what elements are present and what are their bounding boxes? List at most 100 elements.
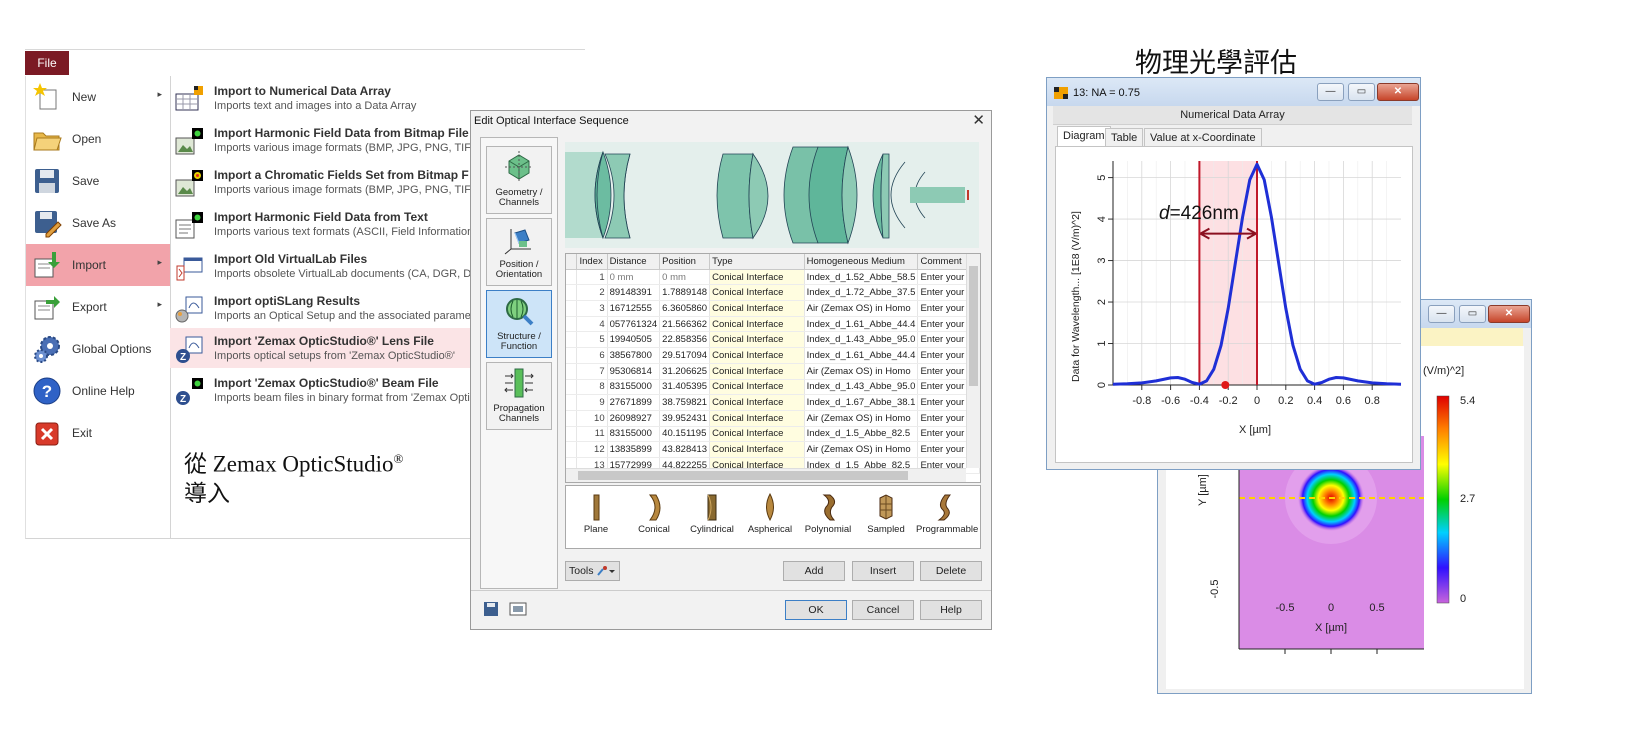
column-header[interactable]: Homogeneous Medium: [804, 254, 919, 270]
column-header[interactable]: Type: [709, 254, 805, 270]
row-header-cell[interactable]: [566, 363, 578, 380]
table-row[interactable]: 8 83155000 31.405395 Conical Interface Index…: [566, 379, 980, 396]
table-cell[interactable]: Index_d_1.67_Abbe_38.1: [804, 394, 919, 411]
table-row[interactable]: 9 27671899 38.759821 Conical Interface Index…: [566, 394, 980, 411]
table-cell[interactable]: 1: [576, 269, 608, 286]
row-header-cell[interactable]: [566, 441, 578, 458]
table-cell[interactable]: Conical Interface: [709, 441, 805, 458]
table-cell[interactable]: Index_d_1.5_Abbe_82.5: [804, 426, 919, 443]
tab-value-at-x[interactable]: Value at x-Coordinate: [1144, 128, 1262, 148]
menu-item-export[interactable]: Export ▸: [26, 286, 170, 328]
tab-diagram[interactable]: Diagram: [1057, 126, 1111, 148]
table-cell[interactable]: Index_d_1.61_Abbe_44.4: [804, 347, 919, 364]
column-header[interactable]: [566, 254, 578, 270]
table-cell[interactable]: 13835899: [607, 441, 661, 458]
table-cell[interactable]: 40.151195: [659, 426, 711, 443]
menu-item-save[interactable]: Save: [26, 160, 170, 202]
interface-table[interactable]: Index Distance Position Type Homogeneous…: [565, 253, 981, 483]
file-tab[interactable]: File: [25, 51, 69, 75]
table-cell[interactable]: 26098927: [607, 410, 661, 427]
shape-plane[interactable]: Plane: [568, 490, 624, 546]
table-cell[interactable]: 95306814: [607, 363, 661, 380]
table-row[interactable]: 7 95306814 31.206625 Conical Interface Air (…: [566, 363, 980, 380]
table-cell[interactable]: 11: [576, 426, 608, 443]
table-cell[interactable]: 29.517094: [659, 347, 711, 364]
row-header-cell[interactable]: [566, 426, 578, 443]
table-cell[interactable]: Conical Interface: [709, 269, 805, 286]
table-cell[interactable]: 31.206625: [659, 363, 711, 380]
table-cell[interactable]: Conical Interface: [709, 316, 805, 333]
cancel-button[interactable]: Cancel: [852, 600, 914, 620]
shape-aspherical[interactable]: Aspherical: [742, 490, 798, 546]
table-cell[interactable]: 5: [576, 331, 608, 349]
delete-button[interactable]: Delete: [920, 561, 982, 581]
table-row[interactable]: 10 mm 0 mm Conical Interface Index_d_1.52_A…: [566, 269, 980, 286]
table-cell[interactable]: 22.858356: [659, 331, 711, 349]
table-cell[interactable]: Conical Interface: [709, 300, 805, 317]
help-button[interactable]: Help: [920, 600, 982, 620]
shape-cylindrical[interactable]: Cylindrical: [684, 490, 740, 546]
shape-sampled[interactable]: Sampled: [858, 490, 914, 546]
shape-conical[interactable]: Conical: [626, 490, 682, 546]
table-cell[interactable]: Air (Zemax OS) in Homo: [804, 410, 919, 427]
table-cell[interactable]: 43.828413: [659, 441, 711, 458]
table-cell[interactable]: 19940505: [607, 331, 661, 349]
import-numerical-data-array[interactable]: Import to Numerical Data Array Imports t…: [170, 78, 470, 118]
menu-item-open[interactable]: Open: [26, 118, 170, 160]
row-header-cell[interactable]: [566, 300, 578, 317]
sidebar-item-geometry[interactable]: Geometry / Channels: [486, 146, 552, 214]
table-row[interactable]: 2 89148391 1.7889148 Conical Interface Index…: [566, 284, 980, 302]
menu-item-global-options[interactable]: Global Options: [26, 328, 170, 370]
menu-item-exit[interactable]: Exit: [26, 412, 170, 454]
row-header-cell[interactable]: [566, 331, 578, 349]
table-cell[interactable]: 3: [576, 300, 608, 317]
shape-programmable[interactable]: Programmable: [916, 490, 978, 546]
column-header[interactable]: Distance: [607, 254, 661, 270]
horizontal-scrollbar[interactable]: [566, 468, 966, 482]
table-cell[interactable]: Index_d_1.43_Abbe_95.0: [804, 331, 919, 349]
table-cell[interactable]: 6: [576, 347, 608, 364]
menu-item-save-as[interactable]: Save As: [26, 202, 170, 244]
tools-dropdown[interactable]: Tools: [565, 561, 620, 581]
table-cell[interactable]: Conical Interface: [709, 284, 805, 302]
row-header-cell[interactable]: [566, 316, 578, 333]
table-cell[interactable]: 38567800: [607, 347, 661, 364]
scroll-thumb[interactable]: [969, 266, 978, 386]
table-cell[interactable]: 0 mm: [607, 269, 661, 286]
minimize-button[interactable]: —: [1428, 305, 1455, 323]
table-cell[interactable]: 0 mm: [659, 269, 711, 286]
column-header[interactable]: Index: [576, 254, 608, 270]
table-cell[interactable]: 21.566362: [659, 316, 711, 333]
table-cell[interactable]: 89148391: [607, 284, 661, 302]
row-header-cell[interactable]: [566, 269, 578, 286]
menu-item-new[interactable]: New ▸: [26, 76, 170, 118]
row-header-cell[interactable]: [566, 379, 578, 396]
scroll-thumb[interactable]: [578, 471, 908, 480]
import-zemax-beam-file[interactable]: Z Import 'Zemax OpticStudio®' Beam File …: [170, 370, 475, 410]
table-cell[interactable]: 9: [576, 394, 608, 411]
insert-button[interactable]: Insert: [852, 561, 914, 581]
column-header[interactable]: Position: [659, 254, 711, 270]
table-cell[interactable]: Conical Interface: [709, 379, 805, 396]
table-cell[interactable]: 16712555: [607, 300, 661, 317]
close-button[interactable]: ✕: [1377, 83, 1419, 101]
table-cell[interactable]: 057761324: [607, 316, 661, 333]
table-cell[interactable]: Conical Interface: [709, 331, 805, 349]
table-cell[interactable]: Conical Interface: [709, 426, 805, 443]
minimize-button[interactable]: —: [1317, 83, 1344, 101]
row-header-cell[interactable]: [566, 284, 578, 302]
table-cell[interactable]: 27671899: [607, 394, 661, 411]
table-cell[interactable]: 83155000: [607, 426, 661, 443]
sidebar-item-position[interactable]: Position / Orientation: [486, 218, 552, 286]
table-cell[interactable]: 83155000: [607, 379, 661, 396]
import-old-virtuallab[interactable]: Import Old VirtualLab Files Imports obso…: [170, 246, 471, 286]
close-button[interactable]: ✕: [1488, 305, 1530, 323]
maximize-button[interactable]: ▭: [1459, 305, 1486, 323]
vertical-scrollbar[interactable]: [966, 254, 980, 468]
table-cell[interactable]: 8: [576, 379, 608, 396]
table-cell[interactable]: 7: [576, 363, 608, 380]
table-cell[interactable]: Conical Interface: [709, 410, 805, 427]
tab-table[interactable]: Table: [1105, 128, 1144, 148]
table-cell[interactable]: Conical Interface: [709, 347, 805, 364]
table-cell[interactable]: Index_d_1.61_Abbe_44.4: [804, 316, 919, 333]
